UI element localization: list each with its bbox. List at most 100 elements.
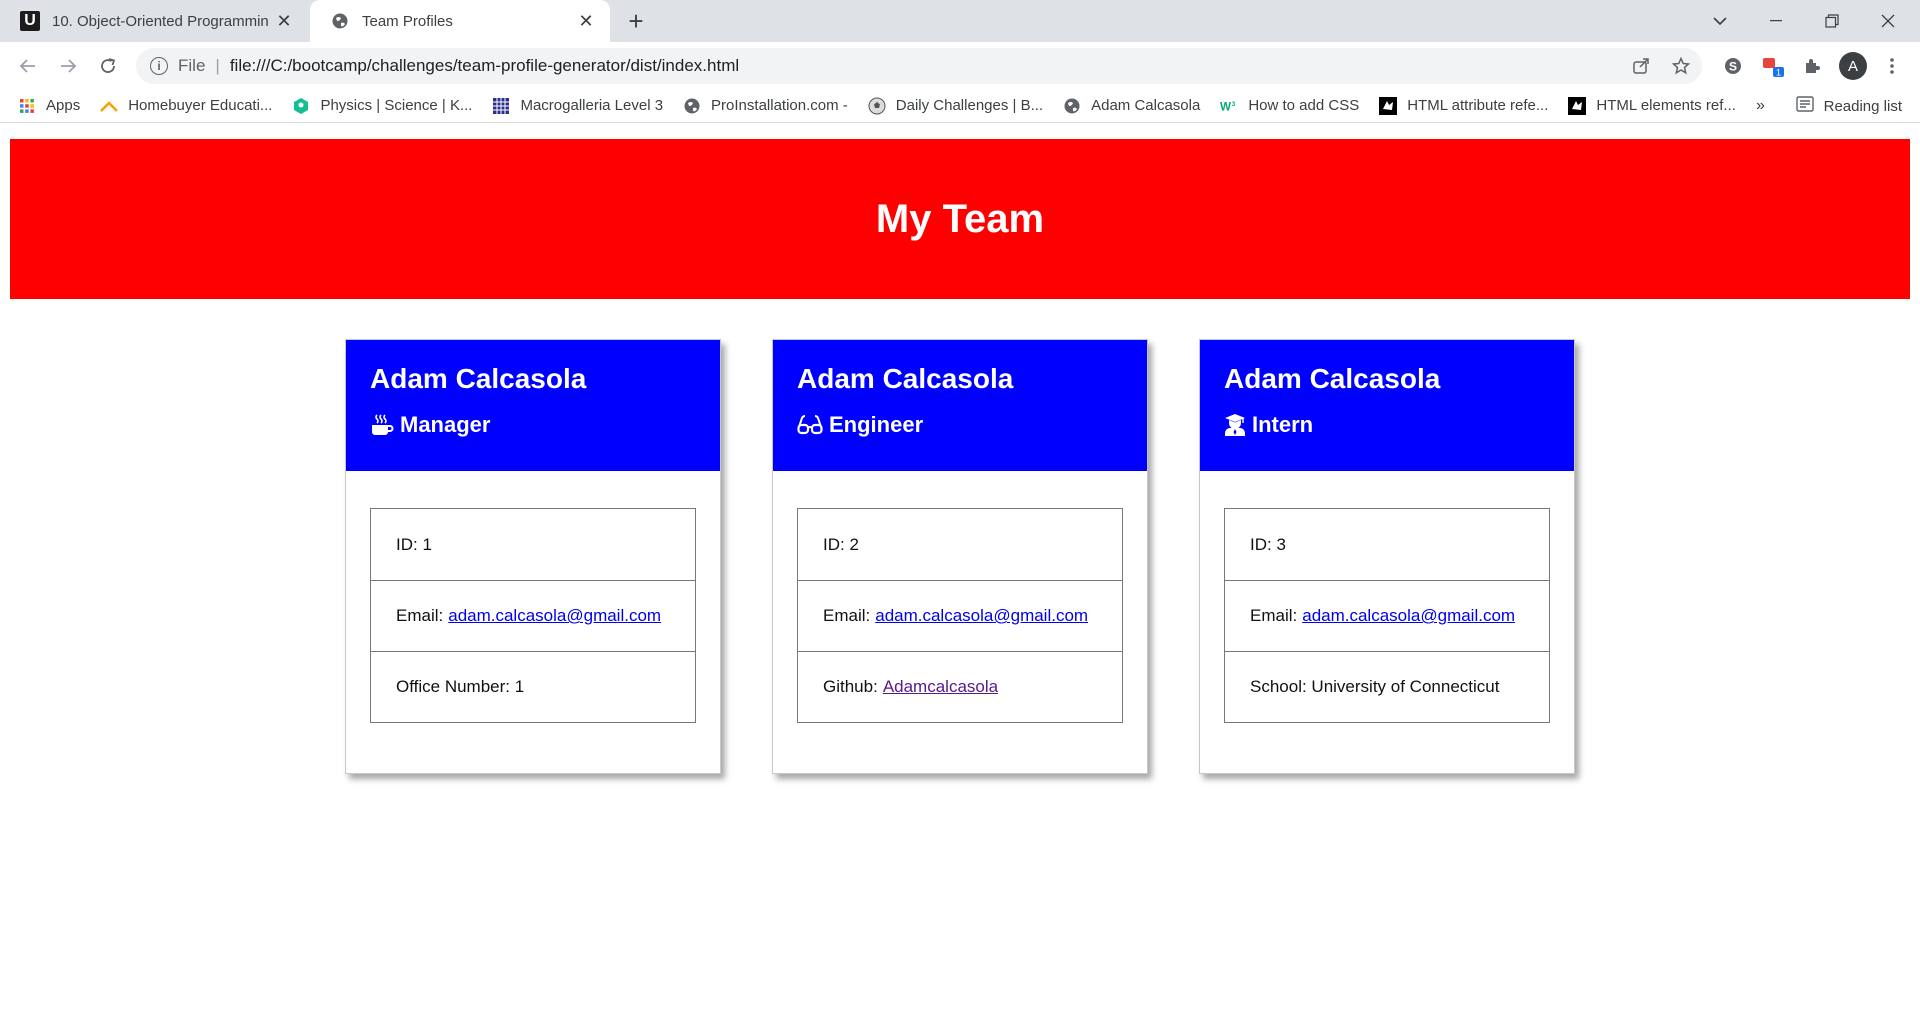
khan-academy-icon (292, 97, 310, 115)
globe-icon (683, 97, 701, 115)
reading-list-label: Reading list (1823, 97, 1902, 115)
email-label: Email: (823, 606, 871, 625)
mdn-icon (1379, 96, 1398, 115)
address-bar[interactable]: i File | file:///C:/bootcamp/challenges/… (136, 48, 1702, 84)
site-info-icon[interactable]: i (150, 57, 168, 75)
mdn-icon (1568, 96, 1587, 115)
card-header: Adam Calcasola Manager (346, 340, 720, 471)
github-label: Github: (823, 677, 878, 696)
employee-id: ID: 1 (371, 509, 695, 580)
close-icon[interactable]: ✕ (274, 11, 294, 32)
tab-search-chevron-icon[interactable] (1692, 0, 1748, 42)
id-text: ID: 1 (396, 534, 432, 554)
puzzle-extensions-icon[interactable] (1797, 51, 1827, 81)
tab-title: Team Profiles (362, 12, 453, 30)
forward-button[interactable] (52, 50, 84, 82)
bookmark-adam-calcasola[interactable]: Adam Calcasola (1063, 97, 1200, 115)
github-profile: Github: Adamcalcasola (798, 651, 1122, 722)
menu-kebab-icon[interactable] (1877, 51, 1907, 81)
bookmark-label: ProInstallation.com - (711, 97, 848, 114)
tab-strip: U 10. Object-Oriented Programmin ✕ Team … (0, 0, 1920, 42)
school: School: University of Connecticut (1225, 651, 1549, 722)
employee-details-list: ID: 2 Email: adam.calcasola@gmail.com Gi… (797, 508, 1123, 723)
close-icon[interactable]: ✕ (576, 11, 596, 32)
employee-role: Intern (1224, 412, 1550, 438)
reload-button[interactable] (92, 50, 124, 82)
globe-icon (1063, 97, 1081, 115)
w3schools-icon: W3 (1220, 97, 1238, 115)
id-text: ID: 2 (823, 534, 859, 554)
bookmark-homebuyer[interactable]: Homebuyer Educati... (100, 97, 272, 115)
card-header: Adam Calcasola Engineer (773, 340, 1147, 471)
bookmarks-overflow-button[interactable]: » (1756, 89, 1765, 123)
id-text: ID: 3 (1250, 534, 1286, 554)
email-link[interactable]: adam.calcasola@gmail.com (448, 606, 661, 626)
card-body: ID: 2 Email: adam.calcasola@gmail.com Gi… (773, 471, 1147, 723)
bookmark-label: HTML attribute refe... (1407, 97, 1549, 114)
bookmark-proinstallation[interactable]: ProInstallation.com - (683, 97, 848, 115)
svg-text:S: S (1729, 60, 1737, 74)
tab-object-oriented-programming[interactable]: U 10. Object-Oriented Programmin ✕ (0, 0, 308, 42)
reading-list-icon (1795, 96, 1814, 116)
globe-icon (330, 11, 350, 31)
extension-icon[interactable]: 1 (1758, 51, 1788, 81)
page-viewport: My Team Adam Calcasola Manager ID: 1 Ema… (0, 124, 1920, 1030)
roof-icon (100, 97, 119, 115)
skype-extension-icon[interactable]: S (1718, 51, 1748, 81)
reading-list-button[interactable]: Reading list (1795, 89, 1902, 123)
bookmark-physics[interactable]: Physics | Science | K... (292, 97, 472, 115)
bookmark-label: Daily Challenges | B... (895, 97, 1044, 114)
office-number: Office Number: 1 (371, 651, 695, 722)
email-link[interactable]: adam.calcasola@gmail.com (1302, 606, 1515, 626)
employee-card-intern: Adam Calcasola Intern ID: 3 Email: adam.… (1199, 339, 1575, 774)
browser-toolbar: i File | file:///C:/bootcamp/challenges/… (0, 42, 1920, 89)
bookmark-label: How to add CSS (1248, 97, 1360, 114)
svg-text:W: W (1220, 100, 1232, 113)
bookmark-label: Apps (46, 97, 81, 114)
employee-email: Email: adam.calcasola@gmail.com (1225, 580, 1549, 651)
bookmark-label: Macrogalleria Level 3 (520, 97, 664, 114)
bookmark-html-attribute-reference[interactable]: HTML attribute refe... (1379, 96, 1549, 115)
employee-name: Adam Calcasola (1224, 363, 1441, 394)
role-label: Manager (400, 412, 491, 437)
back-button[interactable] (12, 50, 44, 82)
role-label: Engineer (829, 412, 924, 437)
close-window-button[interactable] (1860, 0, 1916, 42)
bookmarks-bar: Apps Homebuyer Educati... Physics | Scie… (0, 89, 1920, 123)
bookmark-star-icon[interactable] (1666, 51, 1696, 81)
new-tab-button[interactable]: + (622, 8, 650, 36)
user-graduate-icon (1225, 414, 1245, 436)
bookmark-label: Adam Calcasola (1091, 97, 1201, 114)
office-number-text: Office Number: 1 (396, 677, 525, 696)
bookmark-apps[interactable]: Apps (18, 97, 80, 115)
employee-email: Email: adam.calcasola@gmail.com (798, 580, 1122, 651)
employee-email: Email: adam.calcasola@gmail.com (371, 580, 695, 651)
tab-title: 10. Object-Oriented Programmin (52, 12, 269, 30)
employee-card-manager: Adam Calcasola Manager ID: 1 Email: adam… (345, 339, 721, 774)
url-scheme: File (178, 56, 206, 75)
employee-details-list: ID: 1 Email: adam.calcasola@gmail.com Of… (370, 508, 696, 723)
employee-id: ID: 2 (798, 509, 1122, 580)
employee-role: Engineer (797, 412, 1123, 438)
url-text[interactable]: file:///C:/bootcamp/challenges/team-prof… (230, 56, 739, 76)
email-label: Email: (1250, 606, 1298, 625)
profile-avatar[interactable]: A (1839, 52, 1867, 80)
bookmark-how-to-add-css[interactable]: W3 How to add CSS (1220, 97, 1359, 115)
bookmark-macrogalleria[interactable]: Macrogalleria Level 3 (492, 97, 663, 115)
udemy-u-icon: U (20, 11, 40, 31)
page-header: My Team (10, 139, 1910, 299)
share-icon[interactable] (1626, 51, 1656, 81)
email-label: Email: (396, 606, 444, 625)
minimize-button[interactable] (1748, 0, 1804, 42)
card-body: ID: 1 Email: adam.calcasola@gmail.com Of… (346, 471, 720, 723)
tab-team-profiles[interactable]: Team Profiles ✕ (310, 0, 610, 42)
restore-button[interactable] (1804, 0, 1860, 42)
svg-text:3: 3 (1232, 101, 1236, 108)
email-link[interactable]: adam.calcasola@gmail.com (875, 606, 1088, 626)
github-link[interactable]: Adamcalcasola (883, 677, 998, 697)
soccer-ball-icon (868, 97, 886, 115)
bookmark-daily-challenges[interactable]: Daily Challenges | B... (868, 97, 1043, 115)
bookmark-html-elements-reference[interactable]: HTML elements ref... (1568, 96, 1736, 115)
employee-card-engineer: Adam Calcasola Engineer ID: 2 Email: ada… (772, 339, 1148, 774)
bookmark-label: Physics | Science | K... (320, 97, 473, 114)
